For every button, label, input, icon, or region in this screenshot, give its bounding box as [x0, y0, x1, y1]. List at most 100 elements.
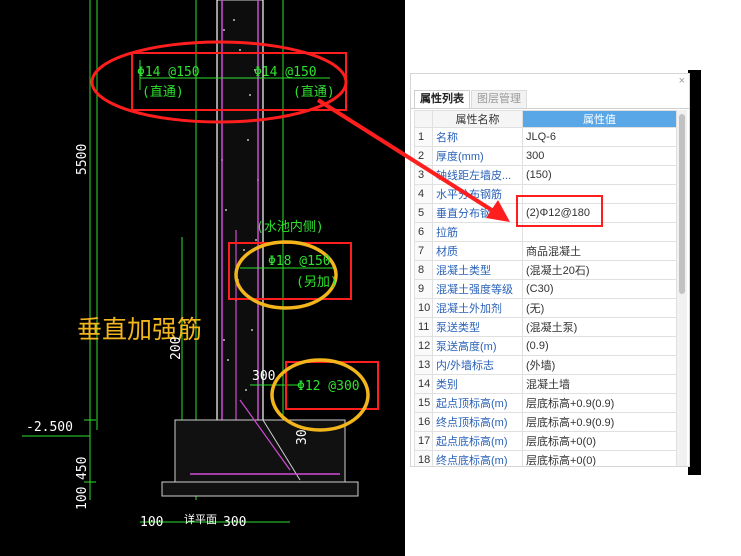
property-value[interactable] [522, 222, 677, 242]
cad-linework [22, 0, 379, 523]
mid-rebar-note: (另加) [296, 275, 338, 290]
dimension-450-label: 450 [75, 456, 90, 480]
top-left-rebar-label: Φ14 @150 [137, 65, 200, 80]
property-row[interactable]: 6 拉筋 [414, 222, 677, 242]
property-name: 泵送类型 [432, 317, 523, 337]
property-name: 起点底标高(m) [432, 431, 523, 451]
close-icon[interactable]: × [679, 76, 685, 87]
property-value[interactable]: 层底标高+0(0) [522, 450, 677, 466]
property-row[interactable]: 7 材质 商品混凝土 [414, 241, 677, 261]
top-right-rebar-note: (直通) [293, 85, 335, 100]
property-value[interactable]: 层底标高+0.9(0.9) [522, 393, 677, 413]
property-value[interactable]: 混凝土墙 [522, 374, 677, 394]
property-row[interactable]: 5 垂直分布钢筋 (2)Φ12@180 [414, 203, 677, 223]
cad-drawing-canvas[interactable]: Φ14 @150 (直通) Φ14 @150 (直通) 5500 (水池内侧) … [0, 0, 405, 556]
panel-scrollbar-thumb[interactable] [679, 114, 685, 294]
property-value[interactable]: (混凝土泵) [522, 317, 677, 337]
property-row-index: 12 [414, 336, 433, 356]
property-row-index: 3 [414, 165, 433, 185]
property-row[interactable]: 10 混凝土外加剂 (无) [414, 298, 677, 318]
panel-tab-bar: 属性列表 图层管理 [411, 88, 689, 109]
property-row-index: 5 [414, 203, 433, 223]
elevation-label: -2.500 [26, 420, 73, 435]
tab-layer-management[interactable]: 图层管理 [471, 90, 527, 108]
property-row[interactable]: 16 终点顶标高(m) 层底标高+0.9(0.9) [414, 412, 677, 432]
property-value[interactable]: (0.9) [522, 336, 677, 356]
property-row-index: 6 [414, 222, 433, 242]
property-row[interactable]: 9 混凝土强度等级 (C30) [414, 279, 677, 299]
header-index [414, 110, 433, 128]
property-row[interactable]: 17 起点底标高(m) 层底标高+0(0) [414, 431, 677, 451]
property-row[interactable]: 11 泵送类型 (混凝土泵) [414, 317, 677, 337]
property-name: 垂直分布钢筋 [432, 203, 523, 223]
tab-property-list[interactable]: 属性列表 [414, 90, 470, 108]
property-value[interactable]: (混凝土20石) [522, 260, 677, 280]
property-row-index: 16 [414, 412, 433, 432]
water-side-note: (水池内侧) [256, 220, 324, 235]
property-value[interactable] [522, 184, 677, 204]
property-name: 名称 [432, 127, 523, 147]
header-property-value: 属性值 [522, 110, 677, 128]
low-dimension-label: 200 [169, 336, 184, 360]
property-name: 水平分布钢筋 [432, 184, 523, 204]
property-name: 厚度(mm) [432, 146, 523, 166]
property-row-index: 1 [414, 127, 433, 147]
dimension-300-label: 300 [252, 369, 276, 384]
property-value[interactable]: (150) [522, 165, 677, 185]
property-name: 混凝土类型 [432, 260, 523, 280]
property-name: 轴线距左墙皮... [432, 165, 523, 185]
dimension-30-label: 30 [295, 429, 310, 445]
property-row[interactable]: 2 厚度(mm) 300 [414, 146, 677, 166]
property-name: 材质 [432, 241, 523, 261]
property-row[interactable]: 1 名称 JLQ-6 [414, 127, 677, 147]
mid-rebar-label: Φ18 @150 [268, 254, 331, 269]
property-value[interactable]: 层底标高+0.9(0.9) [522, 412, 677, 432]
property-row-index: 14 [414, 374, 433, 394]
top-left-rebar-note: (直通) [142, 85, 184, 100]
property-value[interactable]: (无) [522, 298, 677, 318]
property-value[interactable]: (外墙) [522, 355, 677, 375]
property-row[interactable]: 3 轴线距左墙皮... (150) [414, 165, 677, 185]
property-name: 泵送高度(m) [432, 336, 523, 356]
property-row-index: 11 [414, 317, 433, 337]
property-name: 拉筋 [432, 222, 523, 242]
property-value[interactable]: JLQ-6 [522, 127, 677, 147]
property-row[interactable]: 4 水平分布钢筋 [414, 184, 677, 204]
property-value[interactable]: 层底标高+0(0) [522, 431, 677, 451]
property-row-index: 18 [414, 450, 433, 466]
property-row[interactable]: 14 类别 混凝土墙 [414, 374, 677, 394]
property-row-index: 2 [414, 146, 433, 166]
low-rebar-label: Φ12 @300 [297, 379, 360, 394]
property-row[interactable]: 18 终点底标高(m) 层底标高+0(0) [414, 450, 677, 466]
top-right-rebar-label: Φ14 @150 [254, 65, 317, 80]
property-name: 类别 [432, 374, 523, 394]
bottom-dimension-100-label: 100 [140, 515, 164, 530]
property-table-header: 属性名称 属性值 [414, 110, 677, 128]
property-name: 内/外墙标志 [432, 355, 523, 375]
property-row-index: 9 [414, 279, 433, 299]
property-value[interactable]: 商品混凝土 [522, 241, 677, 261]
bottom-detail-label: 详平面 [184, 513, 217, 526]
property-row-index: 8 [414, 260, 433, 280]
property-name: 终点顶标高(m) [432, 412, 523, 432]
property-value[interactable]: 300 [522, 146, 677, 166]
property-name: 终点底标高(m) [432, 450, 523, 466]
property-row-index: 10 [414, 298, 433, 318]
property-row[interactable]: 8 混凝土类型 (混凝土20石) [414, 260, 677, 280]
property-row-index: 7 [414, 241, 433, 261]
property-row[interactable]: 13 内/外墙标志 (外墙) [414, 355, 677, 375]
property-row-index: 4 [414, 184, 433, 204]
property-name: 混凝土外加剂 [432, 298, 523, 318]
header-property-name: 属性名称 [432, 110, 523, 128]
property-row[interactable]: 15 起点顶标高(m) 层底标高+0.9(0.9) [414, 393, 677, 413]
property-table: 属性名称 属性值 1 名称 JLQ-6 2 厚度(mm) 300 3 轴线距左墙皮... (15… [414, 110, 677, 466]
property-name: 混凝土强度等级 [432, 279, 523, 299]
property-value[interactable]: (C30) [522, 279, 677, 299]
dimension-100-left-label: 100 [75, 486, 90, 510]
bottom-dimension-300-label: 300 [223, 515, 247, 530]
property-row-index: 13 [414, 355, 433, 375]
property-row[interactable]: 12 泵送高度(m) (0.9) [414, 336, 677, 356]
property-value[interactable]: (2)Φ12@180 [522, 203, 677, 223]
property-row-index: 17 [414, 431, 433, 451]
height-dimension-label: 5500 [75, 143, 90, 175]
